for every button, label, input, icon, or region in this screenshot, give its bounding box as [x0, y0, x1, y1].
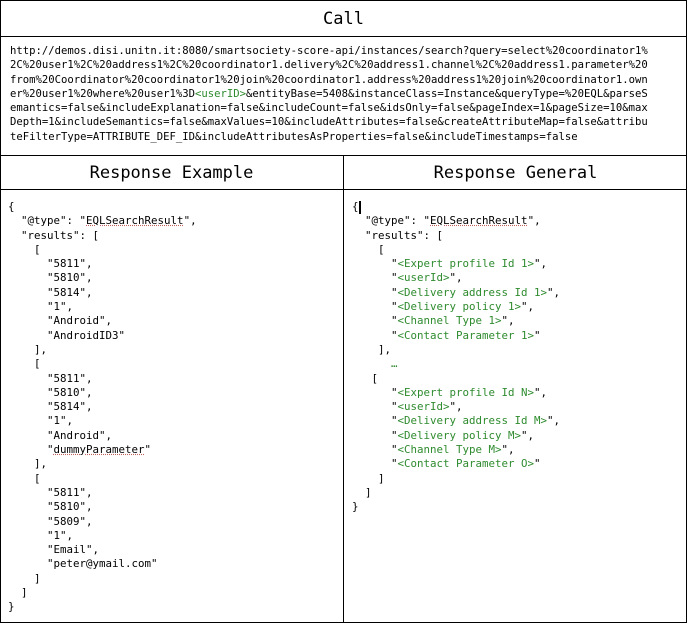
call-url[interactable]: http://demos.disi.unitn.it:8080/smartsoc… — [10, 44, 682, 144]
column-divider — [343, 155, 344, 623]
userid-placeholder: <userID> — [194, 87, 246, 100]
call-heading: Call — [323, 9, 364, 29]
response-general-heading: Response General — [433, 163, 598, 183]
divider — [0, 36, 687, 37]
response-example-heading: Response Example — [89, 163, 254, 183]
response-example-code: { "@type": "EQLSearchResult", "results":… — [8, 200, 197, 614]
response-general-code: { "@type": "EQLSearchResult", "results":… — [352, 200, 561, 514]
